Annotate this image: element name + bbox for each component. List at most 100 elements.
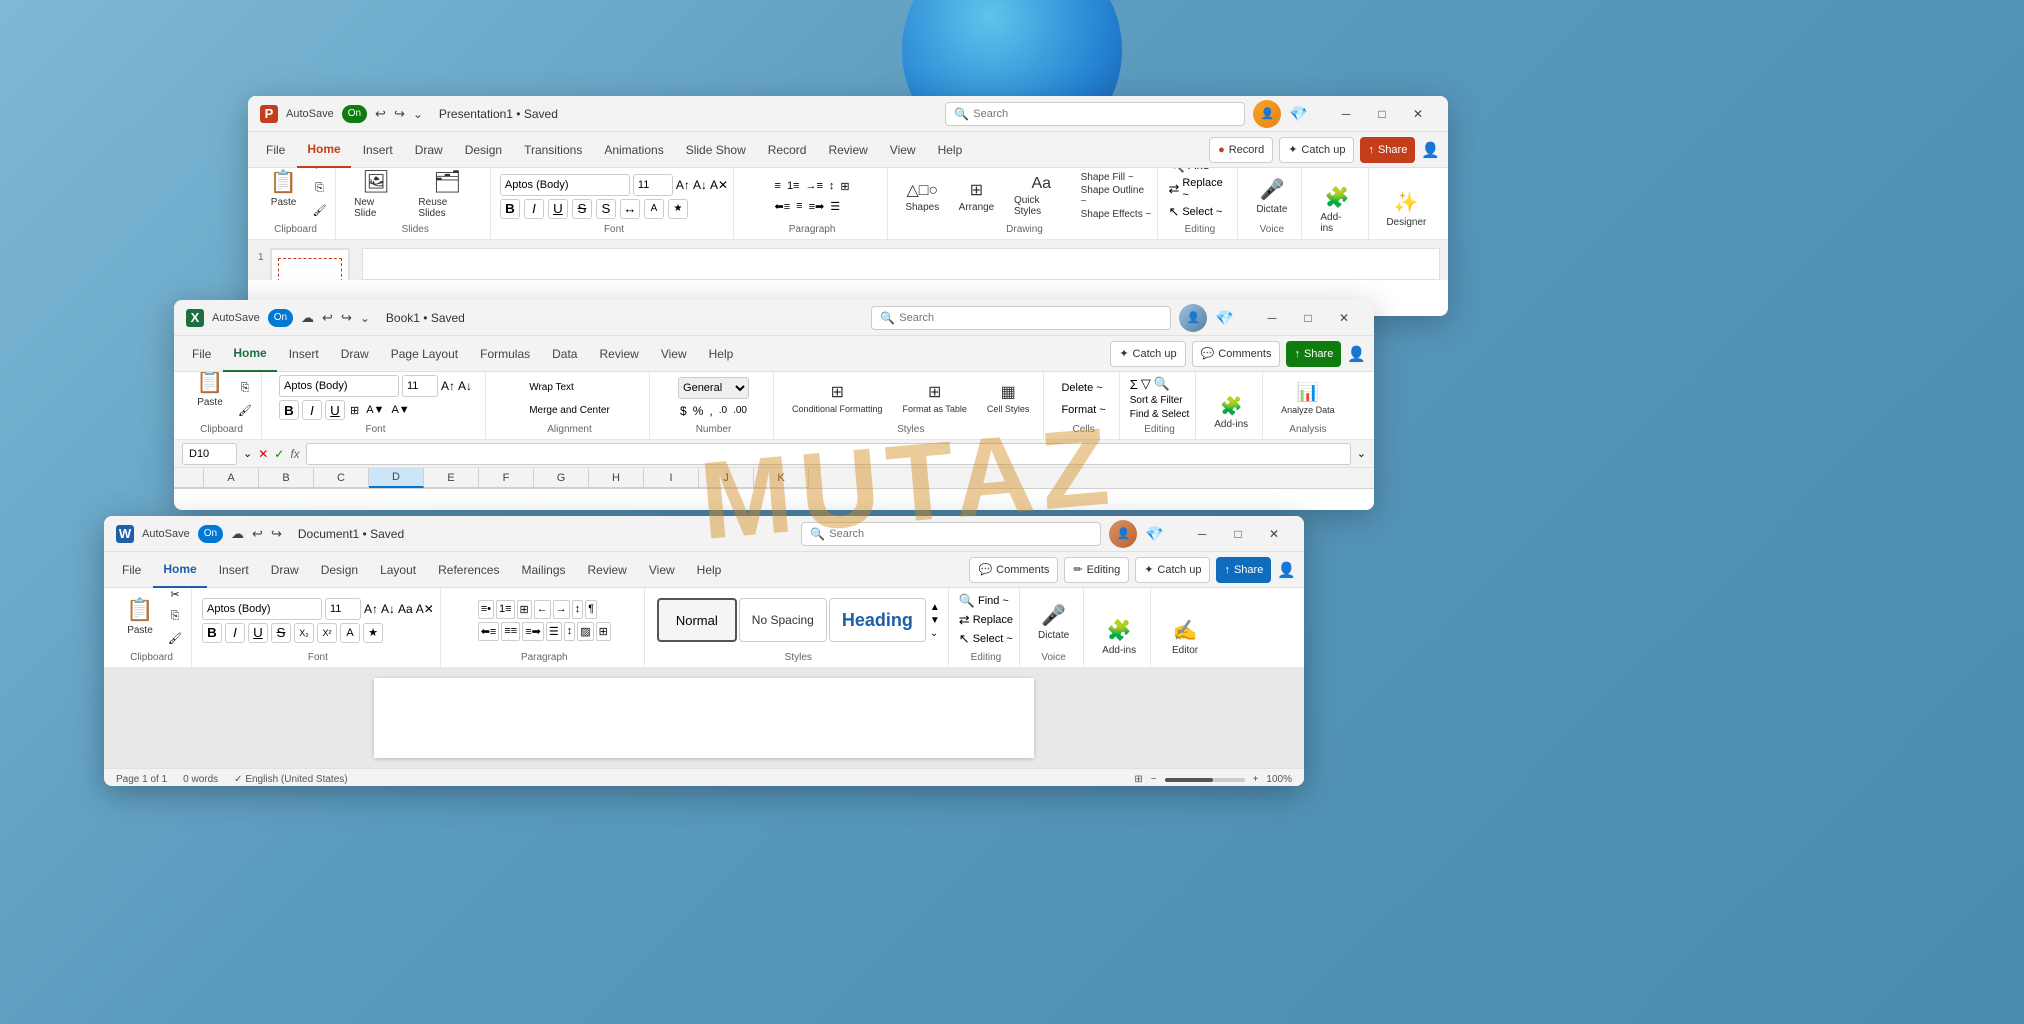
excel-col-K[interactable]: K: [754, 468, 809, 488]
excel-underline-btn[interactable]: U: [325, 400, 345, 420]
excel-dec-increase-btn[interactable]: .0: [717, 403, 729, 418]
word-profile-avatar[interactable]: 👤: [1109, 520, 1137, 548]
ppt-shape-fill-btn[interactable]: Shape Fill ~: [1081, 172, 1152, 183]
excel-italic-btn[interactable]: I: [302, 400, 322, 420]
ppt-undo-icon[interactable]: ↩: [375, 106, 386, 122]
word-tab-file[interactable]: File: [112, 552, 151, 588]
ppt-format-painter-btn[interactable]: 🖌: [310, 200, 330, 220]
word-minimize-btn[interactable]: ─: [1184, 516, 1220, 552]
ppt-tab-file[interactable]: File: [256, 132, 295, 168]
word-decrease-font-icon[interactable]: A↓: [381, 602, 395, 616]
ppt-tab-record[interactable]: Record: [758, 132, 817, 168]
word-tab-references[interactable]: References: [428, 552, 509, 588]
excel-find-select-label[interactable]: Find & Select: [1130, 409, 1189, 420]
word-copy-btn[interactable]: ⎘: [165, 606, 185, 626]
word-tab-home[interactable]: Home: [153, 552, 206, 588]
excel-col-B[interactable]: B: [259, 468, 314, 488]
ppt-tab-help[interactable]: Help: [928, 132, 973, 168]
excel-formula-collapse-icon[interactable]: ⌄: [1357, 447, 1366, 460]
excel-search-bar[interactable]: 🔍: [871, 306, 1171, 330]
excel-share-btn[interactable]: ↑ Share: [1286, 341, 1341, 367]
ppt-font-size-selector[interactable]: [633, 174, 673, 196]
excel-redo-icon[interactable]: ↪: [341, 310, 352, 326]
ppt-bullets-btn[interactable]: ≡: [773, 178, 783, 195]
excel-tab-view[interactable]: View: [651, 336, 697, 372]
word-cut-btn[interactable]: ✂: [165, 588, 185, 604]
excel-tab-formulas[interactable]: Formulas: [470, 336, 540, 372]
word-increase-font-icon[interactable]: A↑: [364, 602, 378, 616]
ppt-search-bar[interactable]: 🔍: [945, 102, 1245, 126]
ppt-align-right-btn[interactable]: ≡➡: [807, 198, 827, 215]
excel-decrease-font-icon[interactable]: A↓: [458, 379, 472, 393]
excel-col-I[interactable]: I: [644, 468, 699, 488]
word-font-color-btn[interactable]: A: [340, 623, 360, 643]
word-document-page[interactable]: [374, 678, 1034, 758]
excel-align-right-btn[interactable]: ➡: [552, 372, 565, 374]
excel-number-format-select[interactable]: General: [678, 377, 749, 399]
excel-delete-btn[interactable]: Delete ~: [1054, 378, 1112, 398]
word-select-btn[interactable]: Select ~: [973, 633, 1013, 645]
ppt-find-btn[interactable]: Find: [1188, 168, 1209, 172]
ppt-align-center-btn[interactable]: ≡: [794, 198, 804, 215]
word-tab-view[interactable]: View: [639, 552, 685, 588]
excel-increase-font-icon[interactable]: A↑: [441, 379, 455, 393]
word-numbered-btn[interactable]: 1≡: [496, 600, 515, 619]
word-dictate-btn[interactable]: 🎤 Dictate: [1030, 596, 1077, 648]
excel-tab-data[interactable]: Data: [542, 336, 587, 372]
word-tab-insert[interactable]: Insert: [209, 552, 259, 588]
ppt-search-input[interactable]: [973, 108, 1236, 120]
word-bold-btn[interactable]: B: [202, 623, 222, 643]
word-tab-help[interactable]: Help: [687, 552, 732, 588]
excel-copy-btn[interactable]: ⎘: [235, 378, 255, 398]
ppt-cut-btn[interactable]: ✂: [310, 168, 330, 176]
word-align-right-btn[interactable]: ≡➡: [522, 622, 544, 641]
excel-bold-btn[interactable]: B: [279, 400, 299, 420]
ppt-record-btn[interactable]: ● Record: [1209, 137, 1273, 163]
excel-tab-insert[interactable]: Insert: [279, 336, 329, 372]
ppt-close-btn[interactable]: ✕: [1400, 96, 1436, 132]
excel-align-left-btn[interactable]: ⬅: [524, 372, 537, 374]
excel-font-size-selector[interactable]: [402, 375, 438, 397]
word-editing-mode-btn[interactable]: ✏ Editing: [1064, 557, 1129, 583]
excel-format-painter-btn[interactable]: 🖌: [235, 400, 255, 420]
excel-col-F[interactable]: F: [479, 468, 534, 488]
excel-tab-draw[interactable]: Draw: [331, 336, 379, 372]
word-search-input[interactable]: [829, 528, 1092, 540]
word-superscript-btn[interactable]: X²: [317, 623, 337, 643]
word-highlight-btn[interactable]: ★: [363, 623, 383, 643]
excel-tab-help[interactable]: Help: [699, 336, 744, 372]
word-zoom-in-icon[interactable]: +: [1253, 774, 1259, 785]
excel-col-E[interactable]: E: [424, 468, 479, 488]
ppt-customize-icon[interactable]: ⌄: [413, 107, 423, 121]
word-clear-format-icon[interactable]: A✕: [416, 602, 434, 616]
word-format-painter-btn[interactable]: 🖌: [165, 628, 185, 648]
word-bullets-btn[interactable]: ≡•: [478, 600, 494, 619]
word-find-btn[interactable]: Find ~: [978, 595, 1009, 607]
ppt-decrease-font-icon[interactable]: A↓: [693, 178, 707, 192]
excel-paste-btn[interactable]: 📋 Paste: [188, 372, 232, 410]
ppt-designer-btn[interactable]: ✨ Designer: [1378, 183, 1434, 235]
excel-col-G[interactable]: G: [534, 468, 589, 488]
excel-close-btn[interactable]: ✕: [1326, 300, 1362, 336]
excel-formula-expand-icon[interactable]: ⌄: [243, 447, 252, 460]
ppt-gem-icon[interactable]: 💎: [1289, 105, 1308, 123]
excel-catchup-btn[interactable]: ✦ Catch up: [1110, 341, 1185, 367]
ppt-highlight-btn[interactable]: ★: [668, 199, 688, 219]
ppt-replace-btn[interactable]: Replace ~: [1182, 177, 1231, 201]
ppt-minimize-btn[interactable]: ─: [1328, 96, 1364, 132]
ppt-tab-view[interactable]: View: [880, 132, 926, 168]
excel-tab-file[interactable]: File: [182, 336, 221, 372]
word-redo-icon[interactable]: ↪: [271, 526, 282, 542]
word-paste-btn[interactable]: 📋 Paste: [118, 590, 162, 642]
ppt-indent-btn[interactable]: →≡: [803, 178, 824, 195]
word-subscript-btn[interactable]: X₂: [294, 623, 314, 643]
excel-cell-ref[interactable]: [182, 443, 237, 465]
word-justify-btn[interactable]: ☰: [546, 622, 562, 641]
excel-tab-home[interactable]: Home: [223, 336, 276, 372]
word-maximize-btn[interactable]: □: [1220, 516, 1256, 552]
excel-maximize-btn[interactable]: □: [1290, 300, 1326, 336]
word-tab-layout[interactable]: Layout: [370, 552, 426, 588]
word-styles-expand-icon[interactable]: ⌄: [930, 628, 940, 639]
ppt-tab-animations[interactable]: Animations: [594, 132, 673, 168]
excel-addins-btn[interactable]: 🧩 Add-ins: [1206, 391, 1256, 435]
